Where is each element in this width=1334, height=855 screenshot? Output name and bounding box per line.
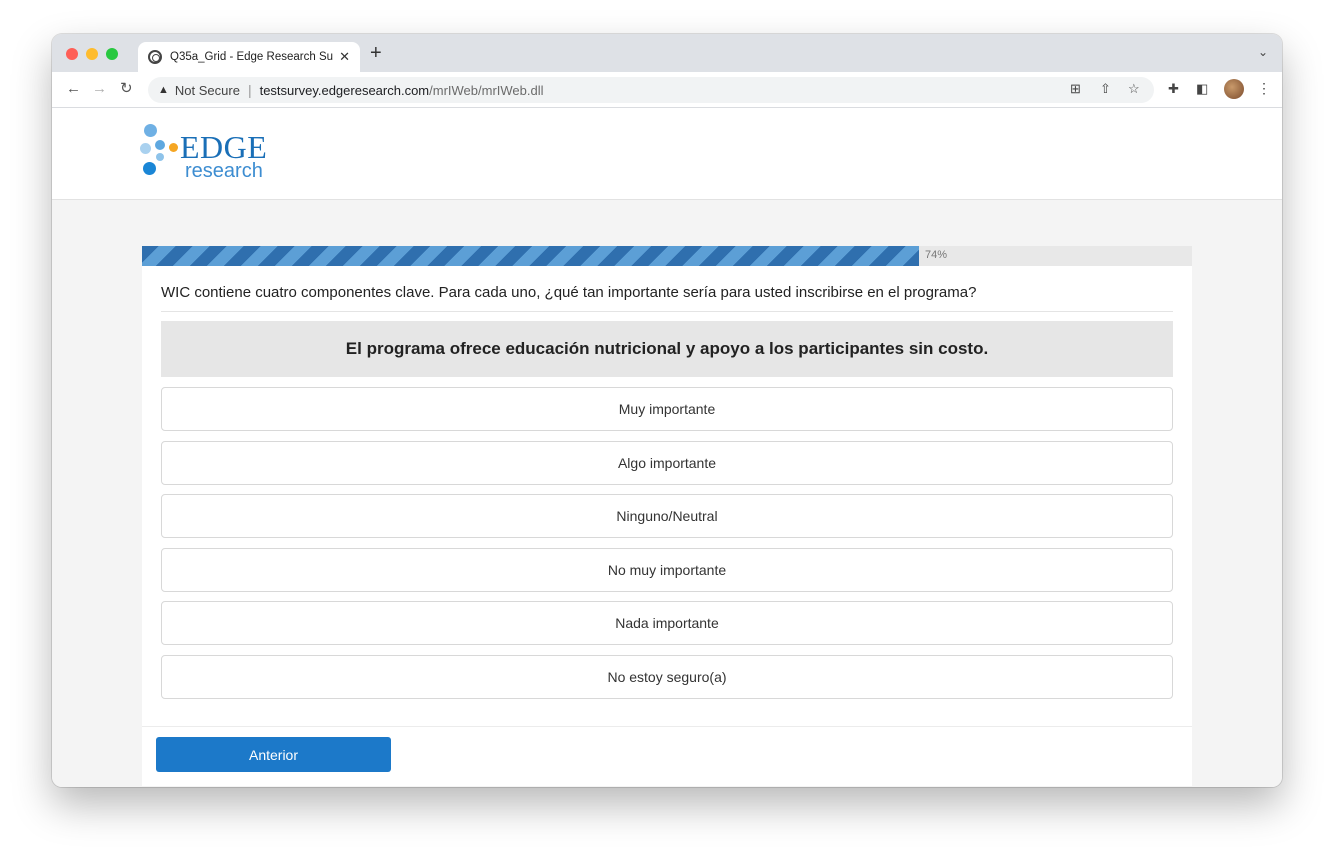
logo-dot bbox=[155, 140, 165, 150]
option-button[interactable]: No estoy seguro(a) bbox=[161, 655, 1173, 699]
maximize-window-button[interactable] bbox=[106, 48, 118, 60]
new-tab-button[interactable]: + bbox=[370, 43, 382, 63]
security-label: Not Secure bbox=[174, 82, 240, 98]
reload-icon[interactable]: ↻ bbox=[120, 80, 133, 98]
menu-icon[interactable]: ⋮ bbox=[1257, 80, 1271, 97]
extensions-icon[interactable]: ✚ bbox=[1168, 81, 1179, 97]
browser-toolbar: ← → ↻ ▲ Not Secure | testsurvey.edgerese… bbox=[52, 72, 1282, 108]
option-button[interactable]: Nada importante bbox=[161, 601, 1173, 645]
edge-research-logo: EDGE research bbox=[140, 122, 290, 188]
progress-label: 74% bbox=[925, 249, 948, 261]
forward-arrow-icon[interactable]: → bbox=[92, 80, 107, 98]
option-button[interactable]: Algo importante bbox=[161, 441, 1173, 485]
question-text: WIC contiene cuatro componentes clave. P… bbox=[161, 284, 977, 301]
progress-fill bbox=[142, 246, 919, 266]
site-header: EDGE research bbox=[52, 108, 1282, 200]
share-icon[interactable]: ⇧ bbox=[1100, 81, 1111, 97]
logo-wordmark: EDGE bbox=[180, 129, 268, 165]
logo-dot bbox=[156, 153, 164, 161]
tab-strip: Q35a_Grid - Edge Research Su ✕ + ⌄ bbox=[52, 34, 1282, 72]
close-window-button[interactable] bbox=[66, 48, 78, 60]
profile-avatar[interactable] bbox=[1224, 79, 1244, 99]
option-button[interactable]: No muy importante bbox=[161, 548, 1173, 592]
option-button[interactable]: Ninguno/Neutral bbox=[161, 494, 1173, 538]
url-separator: | bbox=[247, 82, 252, 98]
logo-dot bbox=[169, 143, 178, 152]
side-panel-icon[interactable]: ◧ bbox=[1196, 81, 1208, 97]
tab-title: Q35a_Grid - Edge Research Su bbox=[170, 51, 334, 63]
tab-close-icon[interactable]: ✕ bbox=[339, 49, 350, 65]
star-icon[interactable]: ☆ bbox=[1128, 81, 1140, 97]
logo-dot bbox=[143, 162, 156, 175]
chevron-down-icon[interactable]: ⌄ bbox=[1258, 45, 1268, 59]
statement-header: El programa ofrece educación nutricional… bbox=[161, 321, 1173, 377]
divider bbox=[142, 726, 1192, 727]
previous-button[interactable]: Anterior bbox=[156, 737, 391, 772]
back-arrow-icon[interactable]: ← bbox=[66, 80, 81, 98]
progress-bar: 74% bbox=[142, 246, 1192, 266]
logo-dot bbox=[144, 124, 157, 137]
web-page: EDGE research 74% WIC contiene cuatro co… bbox=[52, 108, 1282, 787]
translate-icon[interactable]: ⊞ bbox=[1070, 81, 1081, 97]
warning-icon: ▲ bbox=[158, 84, 169, 96]
url-path: /mrIWeb/mrIWeb.dll bbox=[429, 82, 544, 98]
globe-icon bbox=[148, 50, 162, 64]
browser-window: Q35a_Grid - Edge Research Su ✕ + ⌄ ← → ↻… bbox=[52, 34, 1282, 787]
divider bbox=[161, 311, 1173, 312]
logo-subtitle: research bbox=[185, 160, 263, 182]
address-bar[interactable]: ▲ Not Secure | testsurvey.edgeresearch.c… bbox=[148, 77, 1154, 103]
minimize-window-button[interactable] bbox=[86, 48, 98, 60]
option-button[interactable]: Muy importante bbox=[161, 387, 1173, 431]
active-tab[interactable]: Q35a_Grid - Edge Research Su ✕ bbox=[138, 42, 360, 72]
url-host: testsurvey.edgeresearch.com bbox=[259, 82, 430, 98]
logo-dot bbox=[140, 143, 151, 154]
survey-panel: 74% WIC contiene cuatro componentes clav… bbox=[142, 246, 1192, 786]
